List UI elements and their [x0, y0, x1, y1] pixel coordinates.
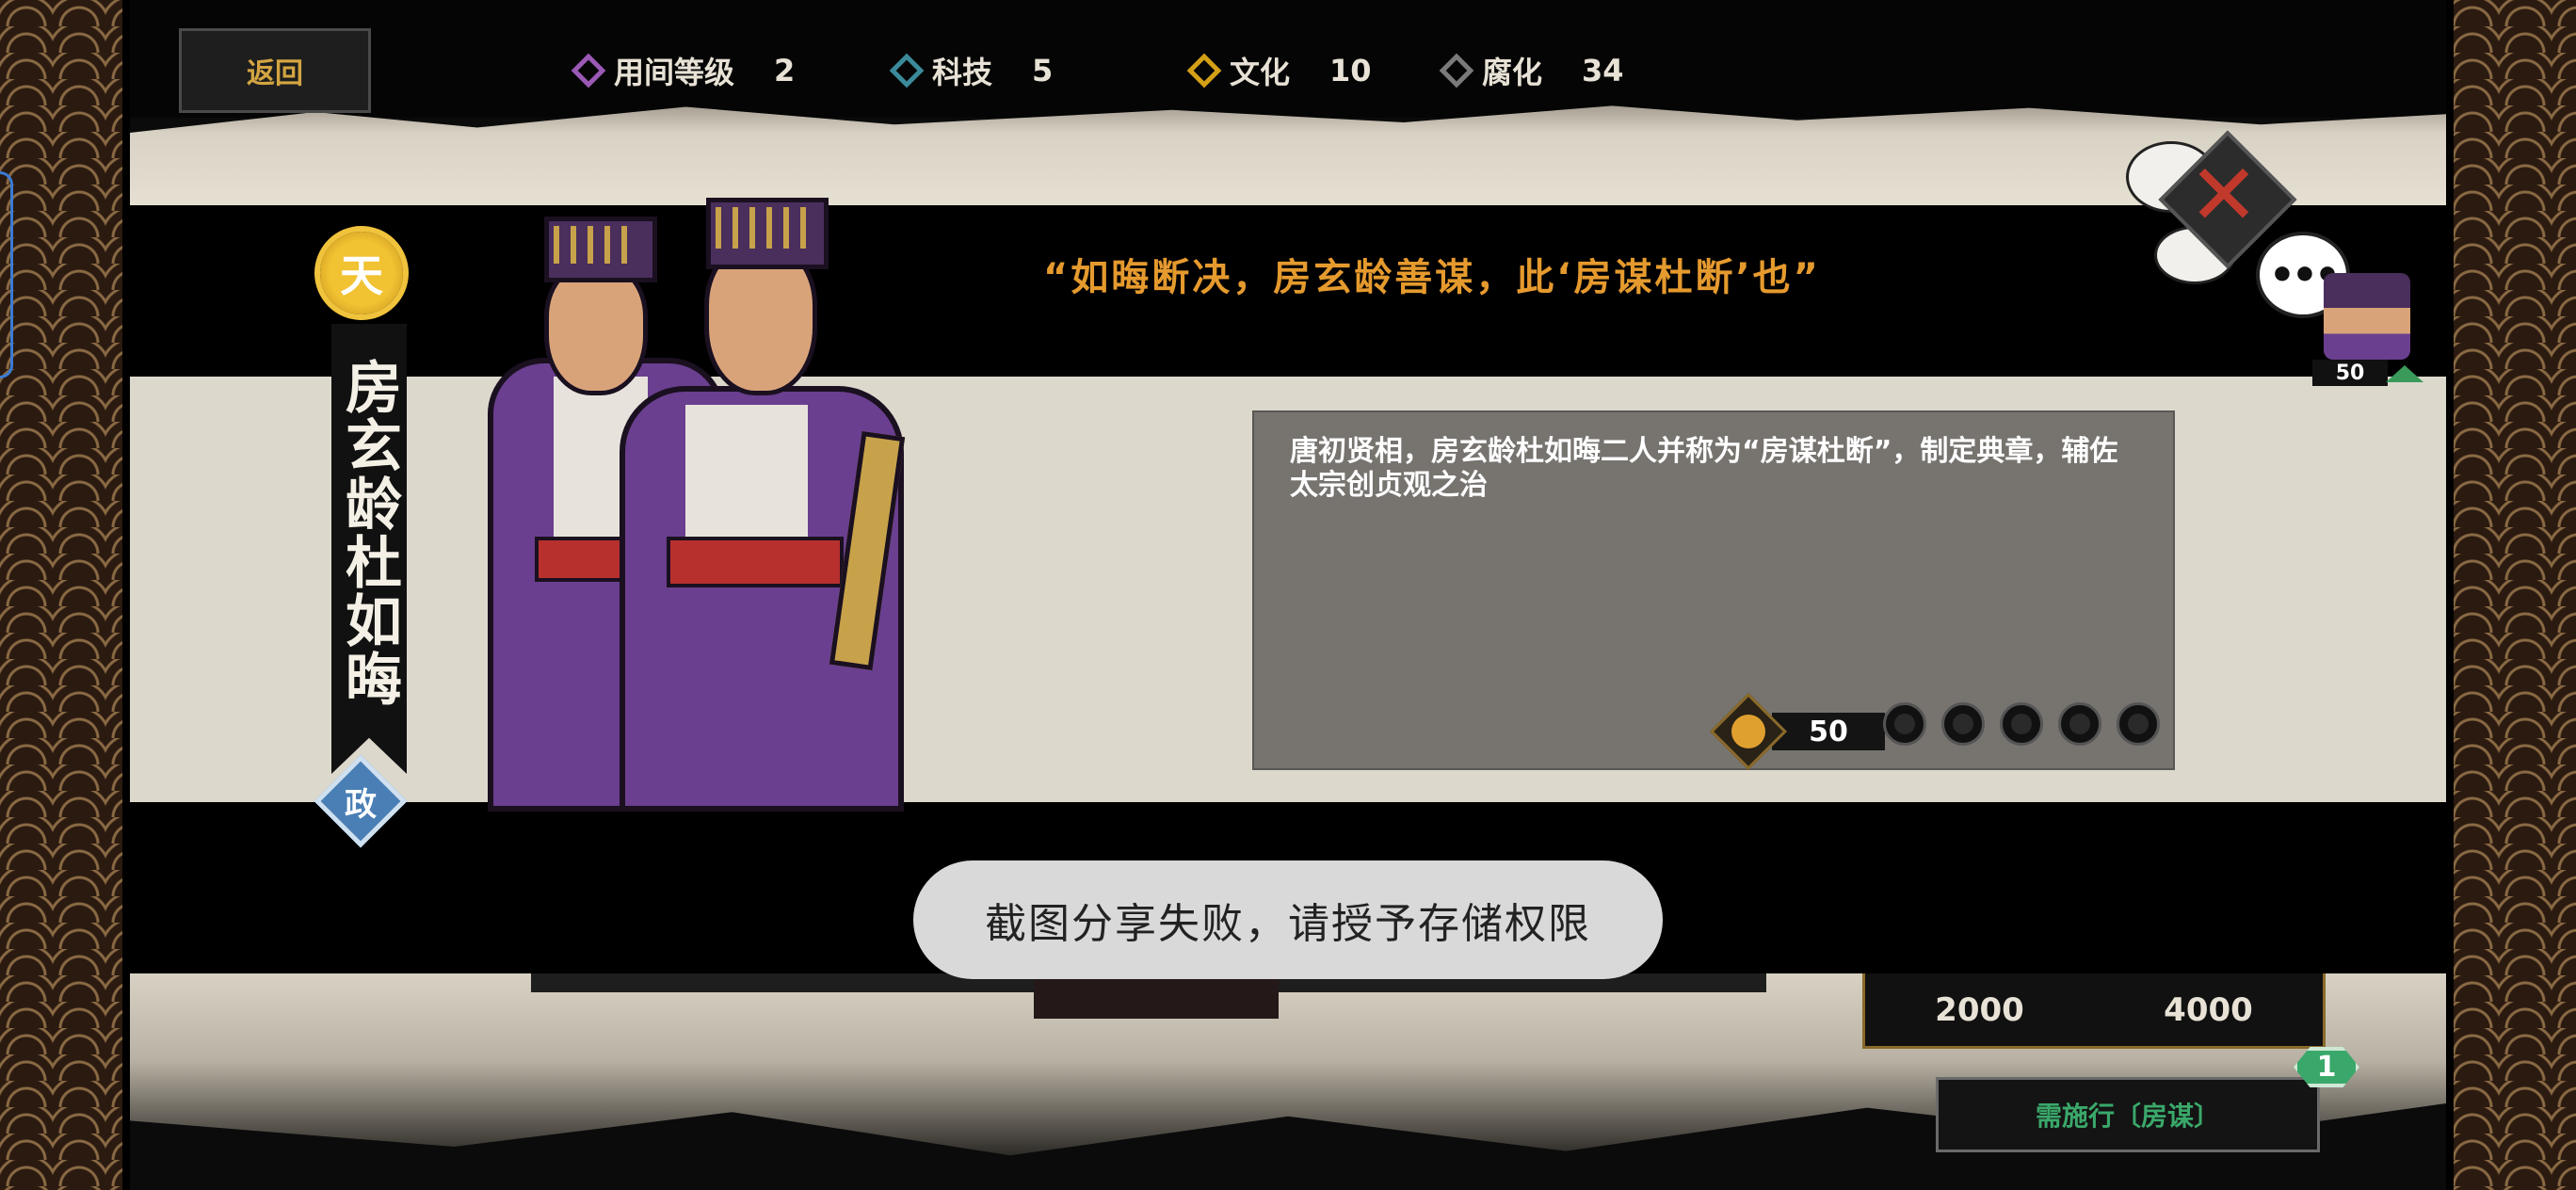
- stat-label: 腐化: [1482, 55, 1543, 90]
- rank-badge: 天: [320, 232, 403, 314]
- character-portrait: [403, 198, 930, 812]
- cost-value-a: 2000: [1935, 990, 2024, 1029]
- diamond-icon: [1186, 53, 1222, 88]
- diamond-icon: [1439, 53, 1474, 88]
- back-button[interactable]: 返回: [179, 28, 371, 113]
- character-name: 房玄龄杜如晦: [335, 358, 402, 708]
- star-icon: [1877, 697, 1932, 751]
- stat-label: 文化: [1230, 55, 1291, 90]
- star-rating: [1877, 697, 2165, 751]
- stat-spy-level: 用间等级 2: [571, 49, 796, 92]
- stat-value: 2: [774, 53, 796, 88]
- coin-icon: [1709, 692, 1788, 771]
- stat-value: 34: [1582, 53, 1624, 88]
- level-up-arrow-icon: [2386, 365, 2423, 382]
- power-indicator: 50: [1709, 692, 1885, 771]
- diamond-icon: [571, 53, 606, 88]
- star-icon: [1936, 697, 1990, 751]
- power-value: 50: [1772, 713, 1885, 750]
- card-quote: “如晦断决，房玄龄善谋，此‘房谋杜断’也”: [1043, 256, 1821, 299]
- cost-panel: 2000 4000: [1862, 973, 2326, 1049]
- right-border-pattern: [2446, 0, 2576, 1190]
- star-icon: [2053, 697, 2107, 751]
- description-text: 唐初贤相，房玄龄杜如晦二人并称为“房谋杜断”，制定典章，辅佐太宗创贞观之治: [1290, 435, 2118, 502]
- execute-strategy-button[interactable]: 需施行〔房谋〕: [1936, 1077, 2320, 1152]
- avatar[interactable]: [2324, 273, 2410, 360]
- avatar-level: 50: [2312, 360, 2388, 386]
- diamond-icon: [889, 53, 925, 88]
- stat-label: 科技: [932, 55, 993, 90]
- stat-culture: 文化 10: [1186, 49, 1372, 92]
- star-icon: [1994, 697, 2049, 751]
- stat-corruption: 腐化 34: [1439, 49, 1624, 92]
- edge-handle[interactable]: [0, 171, 13, 378]
- toast-message: 截图分享失败，请授予存储权限: [913, 860, 1663, 979]
- stat-label: 用间等级: [614, 55, 735, 90]
- stat-value: 5: [1032, 53, 1054, 88]
- close-icon[interactable]: ✕: [2179, 151, 2269, 241]
- star-icon: [2111, 697, 2165, 751]
- stat-value: 10: [1329, 53, 1372, 88]
- category-label: 政: [345, 785, 377, 824]
- dim-tab: [1034, 973, 1279, 1019]
- cost-value-b: 4000: [2164, 990, 2253, 1029]
- game-stage: 返回 用间等级 2 科技 5 文化 10 腐化 34 “如晦断决，房玄龄善谋，此…: [130, 0, 2446, 1190]
- stat-technology: 科技 5: [889, 49, 1054, 92]
- left-border-pattern: [0, 0, 130, 1190]
